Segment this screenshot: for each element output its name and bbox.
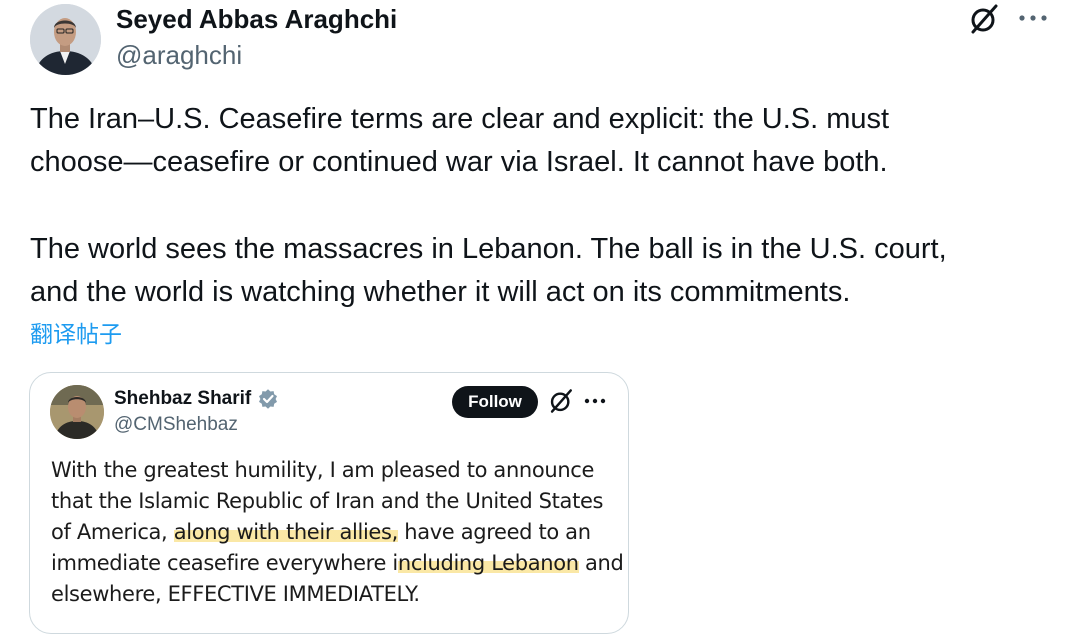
quote-text-line: that the Islamic Republic of Iran and th… [51,489,604,513]
author-name[interactable]: Seyed Abbas Araghchi [116,4,397,34]
post-text-line: and the world is watching whether it wil… [30,276,851,308]
translate-post-link[interactable]: 翻译帖子 [30,320,122,348]
quote-text-line: of America, along with their allies, hav… [51,520,591,544]
quote-text-line: immediate ceasefire everywhere including… [51,551,624,575]
post-text-line: The world sees the massacres in Lebanon.… [30,233,947,265]
author-avatar[interactable] [30,4,101,75]
grok-icon[interactable] [548,388,574,414]
post-text-line: choose—ceasefire or continued war via Is… [30,146,888,178]
highlighted-text: along with their allies, [173,520,398,544]
quote-author-handle[interactable]: @CMShehbaz [114,413,238,437]
post-text-line: The Iran–U.S. Ceasefire terms are clear … [30,103,890,135]
quote-author-avatar[interactable] [50,385,104,439]
more-icon[interactable] [1016,6,1050,30]
quote-author-name[interactable]: Shehbaz Sharif [114,387,251,411]
quoted-post-card[interactable]: Shehbaz Sharif @CMShehbaz Follow With th… [29,372,629,634]
follow-button[interactable]: Follow [452,386,538,418]
quote-text-line: With the greatest humility, I am pleased… [51,458,595,482]
author-avatar-image [30,4,101,75]
quoted-post-text: With the greatest humility, I am pleased… [51,455,624,610]
author-handle[interactable]: @araghchi [116,40,242,70]
verified-badge-icon [259,389,277,409]
more-icon[interactable] [582,391,608,411]
quote-text-line: elsewhere, EFFECTIVE IMMEDIATELY. [51,582,420,606]
grok-icon[interactable] [968,3,1000,35]
highlighted-text: ncluding Lebanon [397,551,579,575]
quote-author-avatar-image [50,385,104,439]
